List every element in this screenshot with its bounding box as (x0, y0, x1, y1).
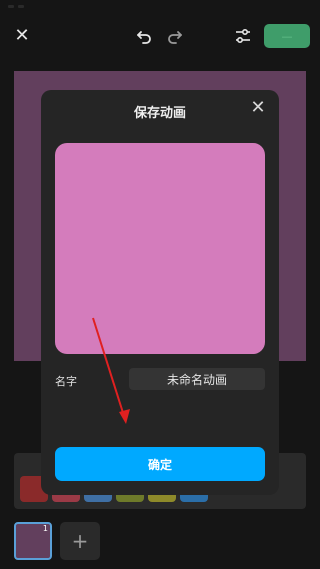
confirm-button-label: 确定 (147, 457, 172, 472)
dialog-title: 保存动画 (133, 106, 186, 121)
redo-icon-glyph (168, 31, 182, 44)
undo-icon-glyph (137, 31, 151, 44)
status-indicator (18, 5, 24, 8)
name-input[interactable]: 未命名动画 (129, 368, 265, 390)
animation-preview (55, 143, 265, 354)
save-button[interactable]: — (264, 24, 310, 48)
undo-icon[interactable] (134, 26, 154, 46)
sliders-icon[interactable] (232, 25, 254, 47)
close-icon[interactable]: ✕ (249, 99, 267, 117)
name-input-value: 未命名动画 (166, 372, 227, 387)
add-frame-button[interactable]: + (60, 522, 100, 560)
frame-thumbnail[interactable]: 1 (14, 522, 52, 560)
name-label: 名字 (55, 375, 77, 388)
top-toolbar: ✕ — (0, 20, 320, 54)
frame-number: 1 (42, 524, 48, 533)
plus-icon: + (71, 529, 89, 553)
redo-icon[interactable] (165, 26, 185, 46)
status-indicator (8, 5, 14, 8)
save-animation-dialog: 保存动画 ✕ 名字 未命名动画 确定 (41, 90, 279, 495)
status-bar (0, 0, 320, 14)
close-icon[interactable]: ✕ (10, 24, 34, 48)
confirm-button[interactable]: 确定 (55, 447, 265, 481)
sliders-icon-glyph (236, 28, 250, 44)
save-button-label: — (281, 29, 293, 43)
